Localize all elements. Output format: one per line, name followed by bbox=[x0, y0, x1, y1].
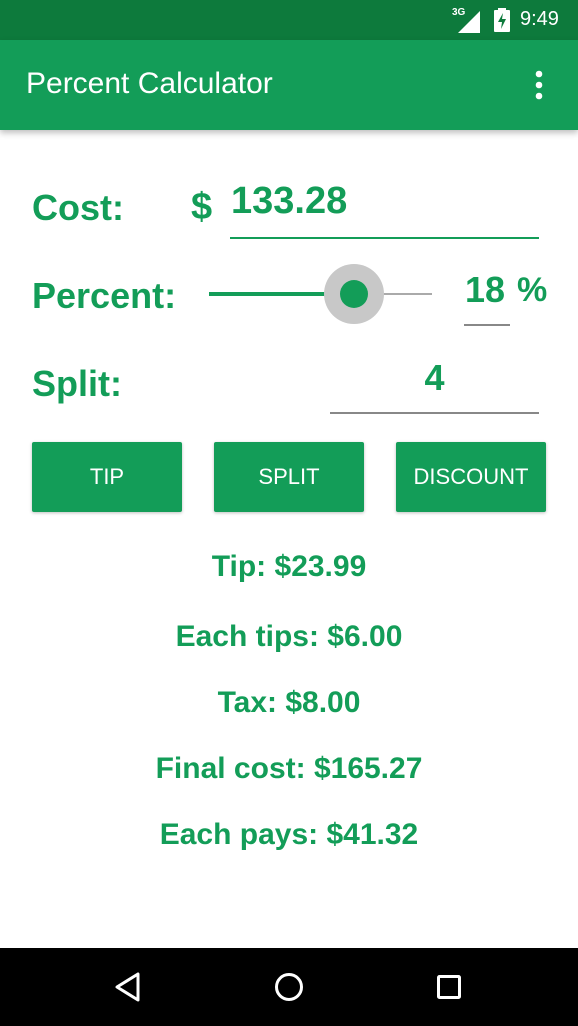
home-icon[interactable] bbox=[269, 967, 309, 1007]
each-pays-result: Each pays: $41.32 bbox=[159, 818, 419, 851]
split-button[interactable]: SPLIT bbox=[214, 442, 364, 512]
status-time: 9:49 bbox=[520, 8, 559, 30]
tip-result: Tip: $23.99 bbox=[211, 550, 367, 583]
network-indicator: 3G bbox=[452, 7, 480, 33]
percent-value[interactable]: 18 bbox=[465, 269, 505, 311]
navigation-bar bbox=[0, 948, 578, 1026]
percent-input-underline bbox=[464, 324, 510, 326]
tax-result: Tax: $8.00 bbox=[217, 686, 361, 719]
cost-input-underline bbox=[230, 237, 539, 239]
battery-charging-icon bbox=[494, 8, 510, 32]
back-icon[interactable] bbox=[108, 967, 148, 1007]
recents-icon[interactable] bbox=[429, 967, 469, 1007]
currency-symbol: $ bbox=[191, 186, 213, 228]
cost-input[interactable]: 133.28 bbox=[231, 180, 347, 223]
final-cost-result: Final cost: $165.27 bbox=[155, 752, 423, 785]
app-bar: Percent Calculator bbox=[0, 40, 578, 130]
percent-slider[interactable] bbox=[209, 264, 432, 324]
split-input-underline bbox=[330, 412, 539, 414]
overflow-menu-icon[interactable] bbox=[524, 68, 554, 102]
tip-button[interactable]: TIP bbox=[32, 442, 182, 512]
split-label: Split: bbox=[32, 363, 122, 404]
percent-unit: % bbox=[517, 271, 548, 309]
each-tips-result: Each tips: $6.00 bbox=[175, 620, 403, 653]
cost-label: Cost: bbox=[32, 187, 124, 228]
app-title: Percent Calculator bbox=[26, 67, 273, 100]
discount-button[interactable]: DISCOUNT bbox=[396, 442, 546, 512]
percent-label: Percent: bbox=[32, 275, 177, 316]
split-input[interactable]: 4 bbox=[330, 357, 539, 399]
signal-icon bbox=[458, 11, 480, 33]
slider-thumb[interactable] bbox=[340, 280, 368, 308]
status-bar: 3G 9:49 bbox=[0, 0, 578, 40]
